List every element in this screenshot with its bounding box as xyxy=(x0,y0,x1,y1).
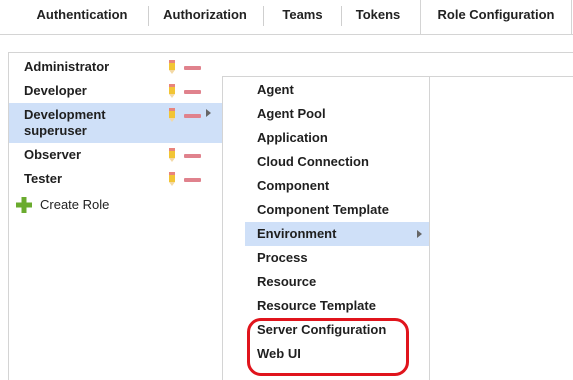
menu-item-application[interactable]: Application xyxy=(245,126,429,150)
pencil-icon[interactable] xyxy=(168,148,176,162)
role-item-development-superuser[interactable]: Development superuser xyxy=(9,103,223,143)
tab-divider xyxy=(263,6,264,26)
minus-icon[interactable] xyxy=(184,114,201,118)
role-label: Observer xyxy=(24,147,82,162)
resource-type-menu: Agent Agent Pool Application Cloud Conne… xyxy=(245,78,429,366)
submenu-border xyxy=(222,76,573,77)
role-item-observer[interactable]: Observer xyxy=(9,143,223,167)
submenu-border xyxy=(222,76,223,380)
menu-item-server-configuration[interactable]: Server Configuration xyxy=(245,318,429,342)
role-label: Development superuser xyxy=(24,107,106,138)
pencil-icon[interactable] xyxy=(168,172,176,186)
chevron-right-icon xyxy=(417,230,422,238)
plus-icon xyxy=(16,197,32,213)
menu-item-agent-pool[interactable]: Agent Pool xyxy=(245,102,429,126)
minus-icon[interactable] xyxy=(184,66,201,70)
menu-item-resource-template[interactable]: Resource Template xyxy=(245,294,429,318)
create-role-button[interactable]: Create Role xyxy=(16,196,109,214)
pencil-icon[interactable] xyxy=(168,84,176,98)
tab-authorization[interactable]: Authorization xyxy=(155,0,255,30)
menu-item-cloud-connection[interactable]: Cloud Connection xyxy=(245,150,429,174)
tab-divider xyxy=(148,6,149,26)
role-item-developer[interactable]: Developer xyxy=(9,79,223,103)
role-label: Administrator xyxy=(24,59,110,74)
panel-border xyxy=(8,52,573,53)
create-role-label: Create Role xyxy=(40,197,110,212)
tab-tokens[interactable]: Tokens xyxy=(347,0,409,30)
role-list: Administrator Developer Development supe… xyxy=(9,55,223,191)
menu-item-component-template[interactable]: Component Template xyxy=(245,198,429,222)
chevron-right-icon xyxy=(206,109,211,117)
pencil-icon[interactable] xyxy=(168,108,176,122)
pencil-icon[interactable] xyxy=(168,60,176,74)
role-label: Tester xyxy=(24,171,63,186)
role-label: Developer xyxy=(24,83,87,98)
menu-item-environment[interactable]: Environment xyxy=(245,222,429,246)
tab-role-configuration[interactable]: Role Configuration xyxy=(420,0,572,34)
menu-item-process[interactable]: Process xyxy=(245,246,429,270)
role-item-administrator[interactable]: Administrator xyxy=(9,55,223,79)
tab-divider xyxy=(341,6,342,26)
menu-item-web-ui[interactable]: Web UI xyxy=(245,342,429,366)
tab-bar: Authentication Authorization Teams Token… xyxy=(0,0,573,35)
role-item-tester[interactable]: Tester xyxy=(9,167,223,191)
submenu-border xyxy=(429,76,430,380)
menu-item-resource[interactable]: Resource xyxy=(245,270,429,294)
menu-item-component[interactable]: Component xyxy=(245,174,429,198)
menu-item-agent[interactable]: Agent xyxy=(245,78,429,102)
tab-authentication[interactable]: Authentication xyxy=(22,0,142,30)
minus-icon[interactable] xyxy=(184,154,201,158)
menu-item-label: Environment xyxy=(257,226,337,241)
tab-teams[interactable]: Teams xyxy=(270,0,335,30)
minus-icon[interactable] xyxy=(184,178,201,182)
minus-icon[interactable] xyxy=(184,90,201,94)
